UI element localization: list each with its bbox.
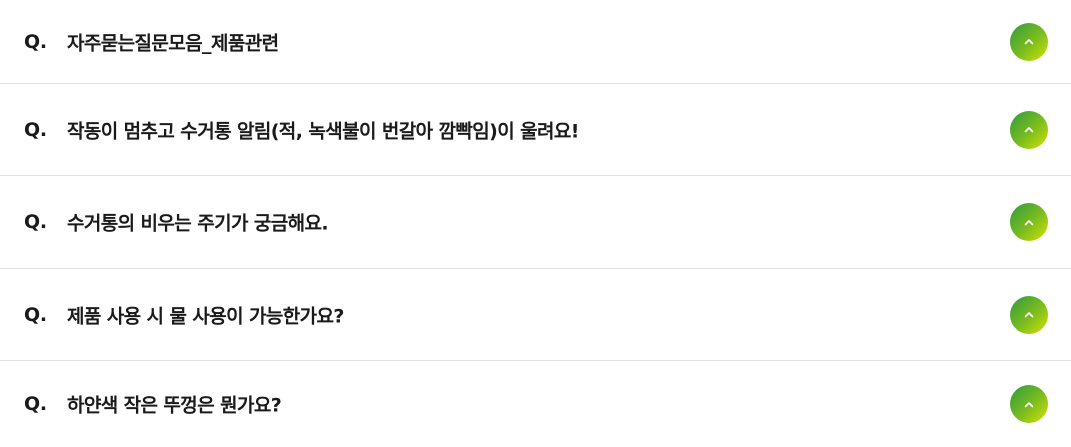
faq-item[interactable]: Q. 작동이 멈추고 수거통 알림(적, 녹색불이 번갈아 깜빡임)이 울려요!	[0, 84, 1071, 176]
faq-toggle-button[interactable]	[1010, 203, 1048, 241]
faq-prefix: Q.	[24, 303, 47, 326]
chevron-up-icon	[1024, 219, 1034, 226]
faq-item[interactable]: Q. 수거통의 비우는 주기가 궁금해요.	[0, 176, 1071, 269]
faq-prefix: Q.	[24, 211, 47, 233]
faq-prefix: Q.	[24, 393, 47, 415]
chevron-up-icon	[1024, 38, 1034, 45]
faq-question[interactable]: 하얀색 작은 뚜껑은 뭔가요?	[67, 391, 282, 418]
faq-question[interactable]: 수거통의 비우는 주기가 궁금해요.	[67, 209, 329, 236]
faq-item[interactable]: Q. 제품 사용 시 물 사용이 가능한가요?	[0, 269, 1071, 361]
faq-toggle-button[interactable]	[1010, 385, 1048, 423]
faq-question[interactable]: 자주묻는질문모음_제품관련	[67, 28, 279, 55]
faq-toggle-button[interactable]	[1010, 22, 1048, 61]
chevron-up-icon	[1024, 311, 1034, 318]
faq-question[interactable]: 제품 사용 시 물 사용이 가능한가요?	[67, 301, 344, 328]
faq-item[interactable]: Q. 하얀색 작은 뚜껑은 뭔가요?	[0, 361, 1071, 447]
faq-item[interactable]: Q. 자주묻는질문모음_제품관련	[0, 0, 1071, 84]
faq-prefix: Q.	[24, 30, 47, 53]
faq-toggle-button[interactable]	[1010, 110, 1048, 149]
faq-prefix: Q.	[24, 118, 47, 141]
chevron-up-icon	[1024, 401, 1034, 408]
chevron-up-icon	[1024, 126, 1034, 133]
faq-list: Q. 자주묻는질문모음_제품관련 Q. 작동이 멈추고 수거통 알림(적, 녹색…	[0, 0, 1071, 447]
faq-toggle-button[interactable]	[1010, 295, 1048, 334]
faq-question[interactable]: 작동이 멈추고 수거통 알림(적, 녹색불이 번갈아 깜빡임)이 울려요!	[67, 116, 579, 143]
